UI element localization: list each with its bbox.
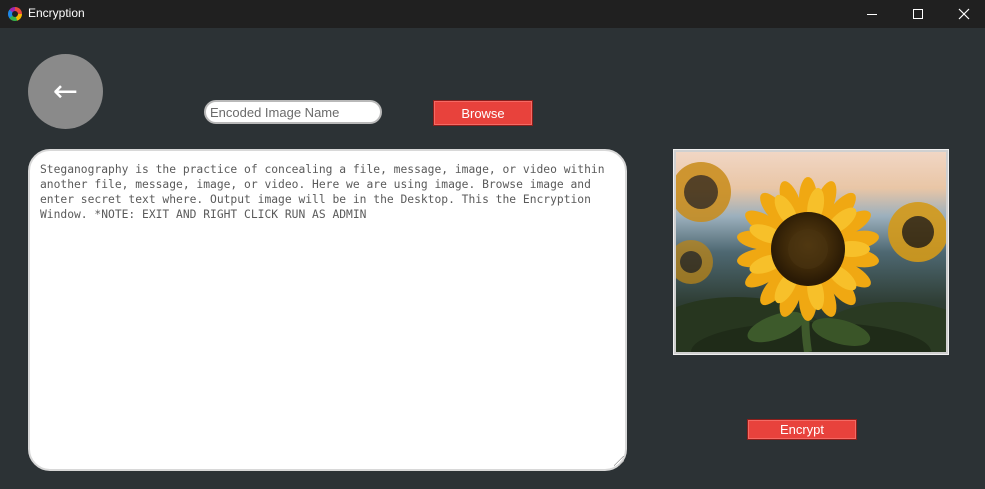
maximize-icon xyxy=(913,9,923,19)
encryption-window: Encryption ← Browse Steganography is the… xyxy=(0,0,985,489)
minimize-button[interactable] xyxy=(849,0,895,28)
close-button[interactable] xyxy=(941,0,985,28)
maximize-button[interactable] xyxy=(895,0,941,28)
app-icon xyxy=(8,7,22,21)
window-title: Encryption xyxy=(28,6,85,20)
image-preview xyxy=(673,149,949,355)
title-bar: Encryption xyxy=(0,0,985,28)
encoded-image-name-input[interactable] xyxy=(204,100,382,124)
browse-button[interactable]: Browse xyxy=(433,100,533,126)
close-icon xyxy=(958,8,970,20)
back-button[interactable]: ← xyxy=(28,54,103,129)
minimize-icon xyxy=(867,13,877,15)
secret-message-textarea[interactable]: Steganography is the practice of conceal… xyxy=(28,149,627,471)
back-arrow-icon: ← xyxy=(52,73,79,109)
encrypt-button[interactable]: Encrypt xyxy=(747,419,857,440)
sunflower-image xyxy=(676,152,946,352)
resize-grip-icon[interactable] xyxy=(614,456,624,466)
